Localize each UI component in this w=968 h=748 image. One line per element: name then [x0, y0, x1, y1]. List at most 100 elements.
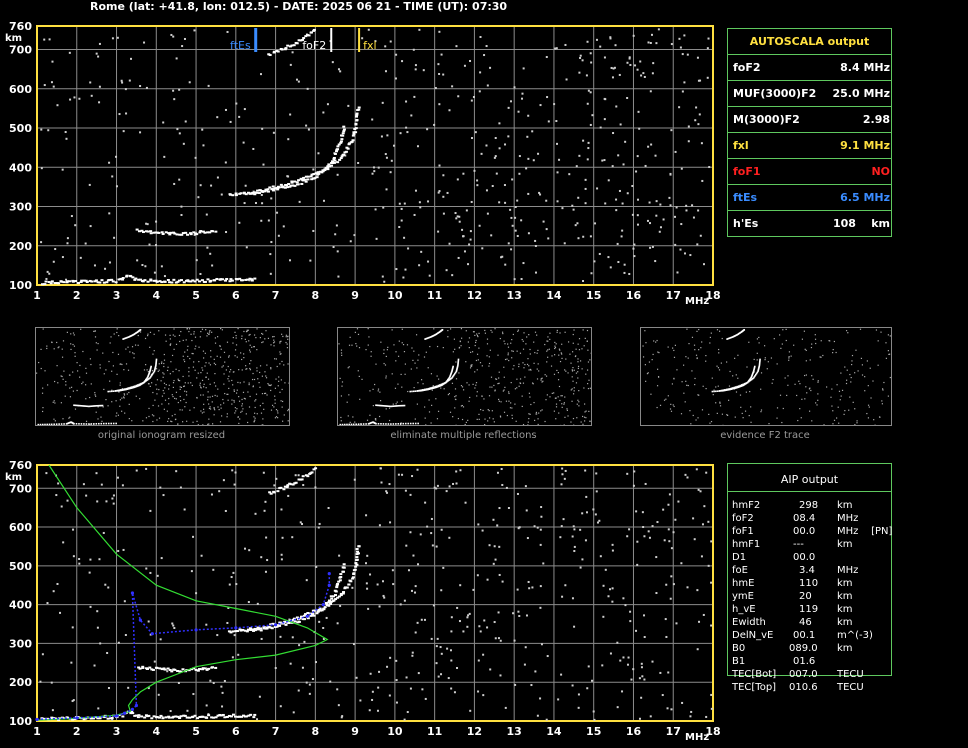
- noise-dot: [380, 135, 383, 138]
- thumb-noise: [192, 353, 194, 355]
- thumb-noise: [537, 363, 539, 365]
- thumb-noise: [205, 329, 207, 331]
- thumb-noise: [192, 366, 195, 368]
- thumb-noise: [719, 405, 722, 407]
- noise-dot: [403, 202, 406, 205]
- noise-dot: [424, 501, 427, 504]
- trace-point: [261, 190, 265, 193]
- noise-dot: [438, 190, 441, 193]
- noise-dot: [579, 566, 582, 569]
- trace-point: [267, 625, 271, 628]
- thumb-noise: [185, 401, 187, 404]
- thumb-noise: [169, 338, 171, 340]
- thumb-noise: [227, 365, 229, 368]
- noise-dot: [440, 652, 443, 655]
- noise-dot: [494, 637, 497, 640]
- autoscala-row-fof1: foF1 NO: [728, 158, 891, 184]
- thumb-noise: [203, 403, 205, 405]
- noise-dot: [375, 237, 378, 240]
- noise-dot: [563, 477, 566, 480]
- thumb-noise: [488, 410, 490, 412]
- noise-dot: [218, 490, 221, 493]
- noise-dot: [178, 88, 181, 91]
- trace-point: [318, 170, 322, 173]
- thumb-noise: [168, 418, 170, 420]
- noise-dot: [626, 192, 629, 195]
- thumb-noise: [213, 362, 215, 364]
- noise-dot: [73, 96, 76, 99]
- thumb-noise: [222, 398, 224, 401]
- thumb-trace: [430, 387, 432, 389]
- thumb-noise: [227, 393, 229, 395]
- thumb-noise: [508, 400, 510, 402]
- thumb-noise: [849, 396, 851, 398]
- thumb-noise: [425, 351, 427, 353]
- thumb-noise: [694, 349, 696, 351]
- thumb-noise: [194, 348, 196, 350]
- thumb-noise: [889, 353, 891, 355]
- thumb-trace: [44, 423, 46, 426]
- trace-point: [149, 230, 153, 233]
- thumb-noise: [228, 355, 230, 357]
- noise-dot: [329, 680, 332, 683]
- thumb-noise: [256, 349, 258, 351]
- thumb-noise: [253, 416, 255, 418]
- noise-dot: [390, 159, 393, 162]
- thumb-noise: [213, 414, 215, 416]
- thumb-trace: [713, 390, 715, 393]
- thumb-noise: [476, 395, 478, 397]
- noise-dot: [258, 695, 261, 698]
- thumb-noise: [869, 367, 871, 369]
- noise-dot: [518, 615, 521, 618]
- x-tick-label: 14: [546, 289, 562, 302]
- thumb-noise: [452, 416, 454, 418]
- trace-point: [266, 188, 270, 191]
- thumb-noise: [273, 335, 275, 338]
- thumb-noise: [89, 396, 91, 399]
- trace-point: [293, 180, 297, 183]
- thumb-noise: [93, 330, 95, 332]
- thumb-noise: [564, 416, 566, 418]
- thumb-noise: [72, 343, 74, 346]
- thumb-trace: [135, 384, 138, 387]
- noise-dot: [93, 664, 96, 667]
- thumb-noise: [691, 370, 693, 372]
- aip-unit: km: [837, 604, 853, 615]
- noise-dot: [589, 235, 592, 238]
- noise-dot: [564, 469, 567, 472]
- thumb-noise: [241, 335, 243, 337]
- thumb-noise: [563, 403, 565, 405]
- thumb-noise: [53, 348, 55, 350]
- thumb-noise: [572, 333, 574, 336]
- noise-dot: [710, 624, 713, 627]
- thumb-noise: [796, 394, 798, 397]
- thumb-noise: [203, 411, 205, 413]
- noise-dot: [534, 244, 537, 247]
- aip-value: 01.6: [793, 656, 816, 667]
- thumb-trace: [400, 422, 402, 425]
- thumb-noise: [524, 376, 526, 378]
- thumb-noise: [38, 361, 40, 364]
- noise-dot: [685, 209, 688, 212]
- thumb-noise: [517, 329, 520, 331]
- thumb-trace: [75, 422, 78, 425]
- noise-dot: [398, 226, 401, 229]
- thumb-noise: [213, 408, 215, 410]
- noise-dot: [637, 198, 640, 201]
- thumb-noise: [348, 366, 350, 368]
- noise-dot: [656, 521, 659, 524]
- noise-dot: [668, 540, 671, 543]
- noise-dot: [642, 526, 645, 529]
- thumb-noise: [367, 344, 369, 346]
- thumb-noise: [69, 416, 71, 418]
- thumb-noise: [281, 388, 283, 391]
- thumb-noise: [716, 365, 718, 367]
- x-tick-label: 13: [507, 289, 522, 302]
- thumb-noise: [556, 329, 558, 332]
- noise-dot: [146, 223, 149, 226]
- noise-dot: [238, 115, 241, 118]
- thumb-noise: [776, 407, 779, 409]
- thumb-noise: [565, 370, 567, 372]
- thumb-noise: [585, 410, 587, 412]
- thumb-noise: [712, 394, 714, 396]
